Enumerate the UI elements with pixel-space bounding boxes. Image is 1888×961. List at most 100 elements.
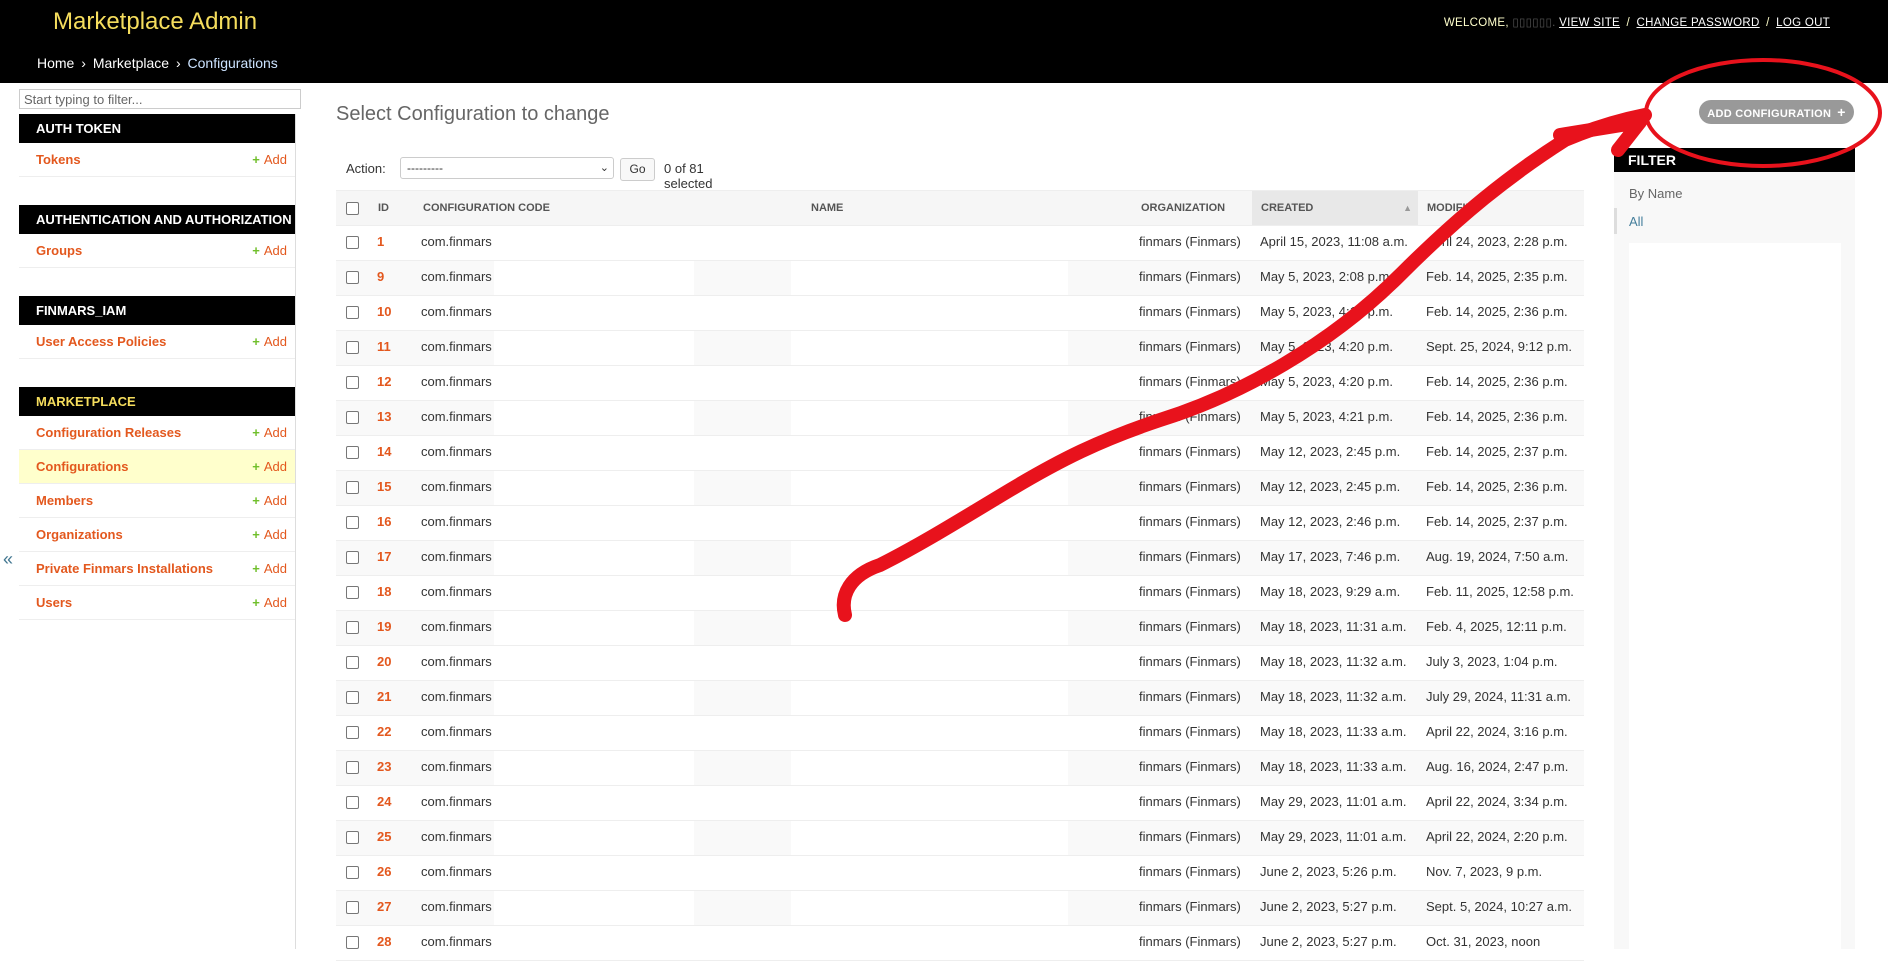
row-id-link[interactable]: 16 <box>377 506 391 540</box>
sidebar-add-link[interactable]: + Add <box>252 325 287 358</box>
row-checkbox[interactable] <box>346 446 359 459</box>
table-row: 18 com.finmars finmars (Finmars) May 18, 20… <box>336 576 1584 611</box>
sidebar-item-link[interactable]: Users <box>36 586 72 619</box>
row-id-link[interactable]: 25 <box>377 821 391 855</box>
redacted-region <box>494 786 694 820</box>
row-checkbox[interactable] <box>346 621 359 634</box>
sidebar-item-link[interactable]: Organizations <box>36 518 123 551</box>
go-button[interactable]: Go <box>620 158 655 181</box>
cell-configuration-code: com.finmars <box>421 584 492 599</box>
row-checkbox[interactable] <box>346 236 359 249</box>
row-id-link[interactable]: 1 <box>377 226 384 260</box>
cell-configuration-code: com.finmars <box>421 724 492 739</box>
row-checkbox[interactable] <box>346 551 359 564</box>
column-header-configuration-code[interactable]: CONFIGURATION CODE <box>423 191 550 225</box>
sidebar-item-link[interactable]: User Access Policies <box>36 325 166 358</box>
plus-icon: + <box>252 425 260 440</box>
row-checkbox[interactable] <box>346 761 359 774</box>
row-checkbox[interactable] <box>346 481 359 494</box>
sidebar-item-link[interactable]: Private Finmars Installations <box>36 552 213 585</box>
row-checkbox[interactable] <box>346 376 359 389</box>
column-header-modified[interactable]: MODIFIED <box>1427 191 1481 225</box>
sidebar-add-link[interactable]: + Add <box>252 450 287 483</box>
app-header[interactable]: AUTH TOKEN <box>19 114 295 143</box>
row-checkbox[interactable] <box>346 726 359 739</box>
cell-organization: finmars (Finmars) <box>1139 619 1241 634</box>
row-checkbox[interactable] <box>346 271 359 284</box>
add-configuration-button[interactable]: ADD CONFIGURATION + <box>1699 100 1854 124</box>
sidebar-item-link[interactable]: Groups <box>36 234 82 267</box>
sidebar-add-link[interactable]: + Add <box>252 143 287 176</box>
select-all-checkbox[interactable] <box>346 202 359 215</box>
row-id-link[interactable]: 12 <box>377 366 391 400</box>
redacted-region <box>494 296 694 330</box>
action-select[interactable]: --------- ⌄ <box>400 157 614 179</box>
column-header-created[interactable]: CREATED ▲ <box>1252 191 1418 225</box>
sidebar-add-link[interactable]: + Add <box>252 484 287 517</box>
row-id-link[interactable]: 22 <box>377 716 391 750</box>
row-checkbox[interactable] <box>346 936 359 949</box>
cell-organization: finmars (Finmars) <box>1139 654 1241 669</box>
row-checkbox[interactable] <box>346 796 359 809</box>
row-id-link[interactable]: 11 <box>377 331 391 365</box>
sidebar-add-link[interactable]: + Add <box>252 586 287 619</box>
sidebar-item-link[interactable]: Configurations <box>36 450 128 483</box>
breadcrumb-home[interactable]: Home <box>37 55 74 71</box>
filter-selected-marker <box>1614 208 1617 234</box>
row-id-link[interactable]: 26 <box>377 856 391 890</box>
row-checkbox[interactable] <box>346 516 359 529</box>
filter-option-all[interactable]: All <box>1629 214 1643 229</box>
row-checkbox[interactable] <box>346 586 359 599</box>
column-header-id[interactable]: ID <box>378 191 389 225</box>
row-checkbox[interactable] <box>346 341 359 354</box>
row-checkbox[interactable] <box>346 901 359 914</box>
row-checkbox[interactable] <box>346 831 359 844</box>
row-id-link[interactable]: 10 <box>377 296 391 330</box>
collapse-sidebar-icon[interactable]: « <box>3 549 13 570</box>
sidebar-add-link[interactable]: + Add <box>252 552 287 585</box>
action-label: Action: <box>346 161 386 176</box>
row-id-link[interactable]: 17 <box>377 541 391 575</box>
redacted-region <box>791 576 1068 610</box>
row-id-link[interactable]: 14 <box>377 436 391 470</box>
row-id-link[interactable]: 15 <box>377 471 391 505</box>
cell-created: April 15, 2023, 11:08 a.m. <box>1260 234 1408 249</box>
row-id-link[interactable]: 21 <box>377 681 391 715</box>
sidebar-add-link[interactable]: + Add <box>252 518 287 551</box>
row-id-link[interactable]: 18 <box>377 576 391 610</box>
sidebar-item-link[interactable]: Members <box>36 484 93 517</box>
row-id-link[interactable]: 13 <box>377 401 391 435</box>
change-password-link[interactable]: CHANGE PASSWORD <box>1637 17 1760 29</box>
row-id-link[interactable]: 27 <box>377 891 391 925</box>
row-id-link[interactable]: 28 <box>377 926 391 960</box>
row-id-link[interactable]: 24 <box>377 786 391 820</box>
sidebar-add-link[interactable]: + Add <box>252 234 287 267</box>
row-checkbox[interactable] <box>346 691 359 704</box>
sidebar-add-link[interactable]: + Add <box>252 416 287 449</box>
column-header-organization[interactable]: ORGANIZATION <box>1141 191 1225 225</box>
breadcrumb-app[interactable]: Marketplace <box>93 55 169 71</box>
row-id-link[interactable]: 9 <box>377 261 384 295</box>
app-header[interactable]: MARKETPLACE <box>19 387 295 416</box>
cell-organization: finmars (Finmars) <box>1139 829 1241 844</box>
log-out-link[interactable]: LOG OUT <box>1776 17 1830 29</box>
site-title[interactable]: Marketplace Admin <box>53 8 257 36</box>
cell-modified: Feb. 14, 2025, 2:37 p.m. <box>1426 444 1568 459</box>
row-checkbox[interactable] <box>346 866 359 879</box>
row-id-link[interactable]: 19 <box>377 611 391 645</box>
row-id-link[interactable]: 20 <box>377 646 391 680</box>
view-site-link[interactable]: VIEW SITE <box>1559 17 1620 29</box>
row-checkbox[interactable] <box>346 656 359 669</box>
sort-ascending-icon[interactable]: ▲ <box>1403 191 1412 225</box>
sidebar-item-link[interactable]: Tokens <box>36 143 81 176</box>
sidebar-item-link[interactable]: Configuration Releases <box>36 416 181 449</box>
app-header[interactable]: FINMARS_IAM <box>19 296 295 325</box>
row-checkbox[interactable] <box>346 411 359 424</box>
column-header-name[interactable]: NAME <box>811 191 843 225</box>
row-id-link[interactable]: 23 <box>377 751 391 785</box>
table-row: 23 com.finmars finmars (Finmars) May 18, 20… <box>336 751 1584 786</box>
row-checkbox[interactable] <box>346 306 359 319</box>
cell-modified: Feb. 14, 2025, 2:36 p.m. <box>1426 479 1568 494</box>
nav-filter-input[interactable] <box>19 89 301 109</box>
app-header[interactable]: AUTHENTICATION AND AUTHORIZATION <box>19 205 295 234</box>
